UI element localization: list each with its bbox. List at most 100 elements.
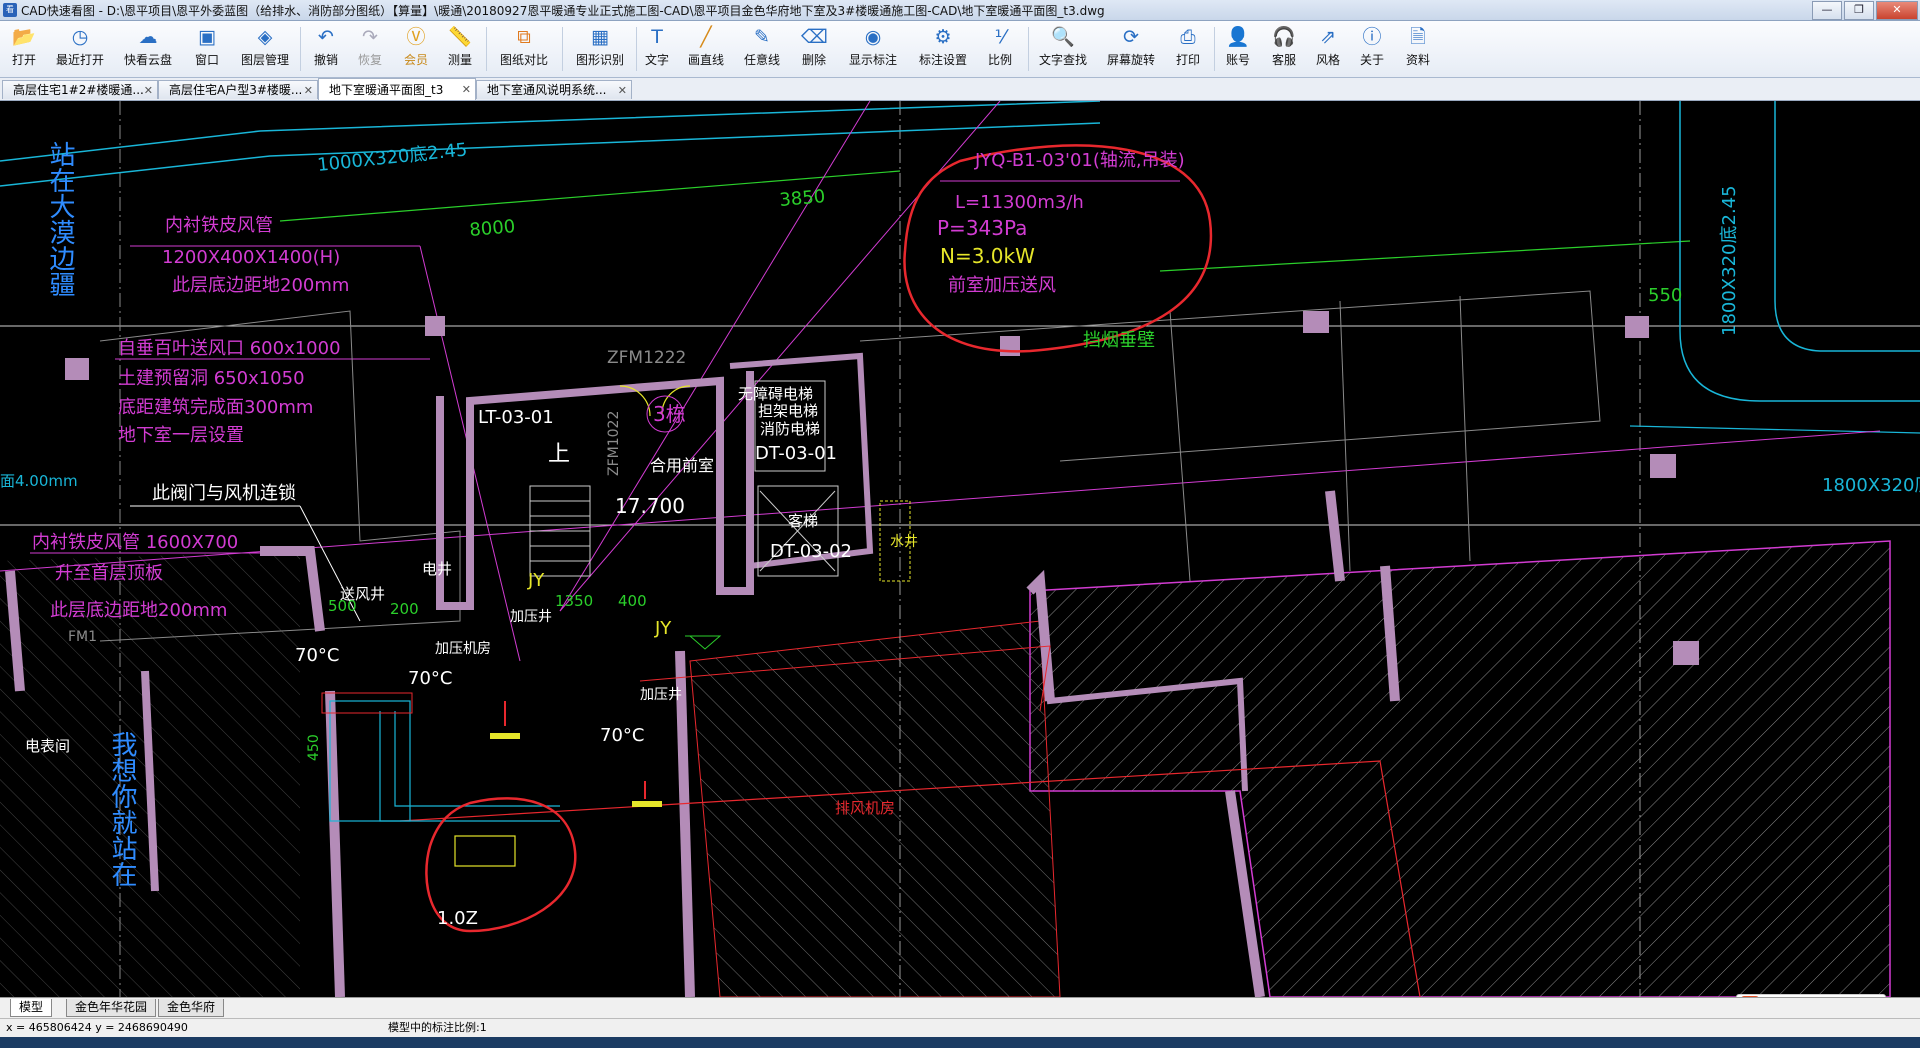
dimension-8000: 8000 xyxy=(469,216,516,241)
hatched-structure xyxy=(1029,540,1891,997)
text-search-button[interactable]: 🔍 文字查找 xyxy=(1034,25,1092,73)
fan-tag-label: 1.0Z xyxy=(437,908,478,929)
lobby-label: 合用前室 xyxy=(650,456,714,475)
freeline-button[interactable]: ✎ 任意线 xyxy=(740,25,784,73)
note-opening: 土建预留洞 650x1050 xyxy=(118,368,305,389)
minimize-button[interactable]: — xyxy=(1812,1,1842,20)
fan-pressure: P=343Pa xyxy=(937,216,1027,240)
search-icon: 🔍 xyxy=(1051,26,1075,48)
toolbar-separator xyxy=(1028,27,1029,71)
status-bar: x = 465806424 y = 2468690490 模型中的标注比例:1 xyxy=(0,1018,1920,1037)
toolbar-separator xyxy=(1214,27,1215,71)
undo-icon: ↶ xyxy=(318,26,334,48)
toolbar-separator xyxy=(636,27,637,71)
cloud-icon: ☁ xyxy=(138,26,158,48)
close-tab-icon[interactable]: ✕ xyxy=(462,79,471,100)
line-button[interactable]: ╱ 画直线 xyxy=(684,25,728,73)
duct-size-top: 1000X320底2.45 xyxy=(316,139,468,176)
window-title: CAD快速看图 - D:\恩平项目\恩平外委蓝图（给排水、消防部分图纸）【算量】… xyxy=(21,3,1105,18)
toolbar-separator xyxy=(562,27,563,71)
print-button[interactable]: ⎙ 打印 xyxy=(1170,25,1206,73)
door-label-zfm: ZFM1222 xyxy=(607,348,686,368)
restore-button[interactable]: ❐ xyxy=(1844,1,1874,20)
cloud-button[interactable]: ☁ 快看云盘 xyxy=(118,25,178,73)
compare-icon: ⧉ xyxy=(517,26,531,48)
about-button[interactable]: ⓘ 关于 xyxy=(1354,25,1390,73)
close-tab-icon[interactable]: ✕ xyxy=(304,81,313,99)
ruler-icon: 📏 xyxy=(448,26,472,48)
close-tab-icon[interactable]: ✕ xyxy=(144,81,153,99)
column xyxy=(1650,454,1676,478)
column xyxy=(425,316,445,336)
dimension-line xyxy=(1159,240,1691,272)
close-tab-icon[interactable]: ✕ xyxy=(618,81,627,99)
app-icon: 看 xyxy=(3,3,17,17)
delete-button[interactable]: ⌫ 删除 xyxy=(796,25,832,73)
rotate-button[interactable]: ⟳ 屏幕旋转 xyxy=(1102,25,1160,73)
note-duct-size: 1200X400X1400(H) xyxy=(162,247,340,268)
duct-line xyxy=(1629,425,1920,434)
mark-settings-button[interactable]: ⚙ 标注设置 xyxy=(914,25,972,73)
duct-line xyxy=(0,101,1101,162)
water-shaft-label: 水井 xyxy=(890,534,918,550)
open-button[interactable]: 📂 打开 xyxy=(6,25,42,73)
building-outline xyxy=(1169,310,1191,582)
layers-icon: ◈ xyxy=(257,26,273,48)
scale-button[interactable]: ⅟ 比例 xyxy=(982,25,1018,73)
stair-up-label: 上 xyxy=(548,442,570,467)
scale-note: 模型中的标注比例:1 xyxy=(388,1021,487,1034)
folder-open-icon: 📂 xyxy=(12,26,36,48)
window-button[interactable]: ▣ 窗口 xyxy=(190,25,224,73)
tab-doc-4[interactable]: 地下室通风说明系统... ✕ xyxy=(476,80,632,99)
duct-shaft xyxy=(329,700,411,822)
tab-doc-2[interactable]: 高层住宅A户型3#楼暖... ✕ xyxy=(158,80,318,99)
service-button[interactable]: 🎧 客服 xyxy=(1266,25,1302,73)
tab-layout-1[interactable]: 金色年华花园 xyxy=(66,999,157,1017)
show-marks-button[interactable]: ◉ 显示标注 xyxy=(844,25,902,73)
vip-button[interactable]: Ⓥ 会员 xyxy=(398,25,434,73)
elevator-note-3: 消防电梯 xyxy=(760,420,820,438)
resources-button[interactable]: 🗎 资料 xyxy=(1400,25,1436,73)
tab-layout-2[interactable]: 金色华府 xyxy=(158,999,225,1017)
note-duct-2: 内衬铁皮风管 1600X700 xyxy=(32,532,238,553)
tab-doc-1[interactable]: 高层住宅1#2#楼暖通... ✕ xyxy=(2,80,158,99)
fire-door-left-label: FM1 xyxy=(68,629,97,645)
layers-button[interactable]: ◈ 图层管理 xyxy=(236,25,294,73)
note-floor-2: 此层底边距地200mm xyxy=(50,600,227,621)
temperature-label-2: 70°C xyxy=(408,668,452,689)
side-text-2: 我想你就站在 xyxy=(107,731,137,887)
note-basement: 地下室一层设置 xyxy=(118,425,244,446)
window-icon: ▣ xyxy=(198,26,216,48)
compare-button[interactable]: ⧉ 图纸对比 xyxy=(494,25,554,73)
fan-unit xyxy=(454,835,516,867)
measure-button[interactable]: 📏 测量 xyxy=(442,25,478,73)
duct-line xyxy=(379,711,560,822)
recognize-button[interactable]: ▦ 图形识别 xyxy=(570,25,630,73)
stair-label: LT-03-01 xyxy=(478,407,554,428)
smoke-wall-label: 挡烟垂壁 xyxy=(1083,330,1155,351)
account-button[interactable]: 👤 账号 xyxy=(1220,25,1256,73)
note-rise: 升至首层顶板 xyxy=(55,563,163,584)
style-button[interactable]: ⇗ 风格 xyxy=(1310,25,1346,73)
column xyxy=(1673,641,1699,665)
close-button[interactable]: ✕ xyxy=(1876,1,1918,20)
dimension-200: 200 xyxy=(390,600,419,618)
drawing-canvas[interactable]: 站在大漠边疆 我想你就站在 1000X320底2.45 8000 3850 55… xyxy=(0,101,1920,997)
undo-button[interactable]: ↶ 撤销 xyxy=(308,25,344,73)
note-bottom: 底距建筑完成面300mm xyxy=(118,397,313,418)
line-icon: ╱ xyxy=(700,26,712,48)
fan-room-red-label: 排风机房 xyxy=(835,799,895,817)
title-bar: 看 CAD快速看图 - D:\恩平项目\恩平外委蓝图（给排水、消防部分图纸）【算… xyxy=(0,0,1920,21)
elevation-label: 17.700 xyxy=(615,494,685,518)
recent-button[interactable]: ◷ 最近打开 xyxy=(52,25,108,73)
tab-doc-3[interactable]: 地下室暖通平面图_t3 ✕ xyxy=(318,78,476,100)
redo-button[interactable]: ↷ 恢复 xyxy=(352,25,388,73)
tab-model[interactable]: 模型 xyxy=(10,999,53,1017)
info-icon: ⓘ xyxy=(1362,26,1382,48)
text-button[interactable]: T 文字 xyxy=(642,25,672,73)
duct-size-right-vertical: 1800X320底2.45 xyxy=(1719,185,1740,336)
scale-icon: ⅟ xyxy=(994,26,1006,48)
stair xyxy=(529,485,591,577)
window-controls: — ❐ ✕ xyxy=(1812,1,1918,20)
duct-line xyxy=(1679,101,1920,402)
